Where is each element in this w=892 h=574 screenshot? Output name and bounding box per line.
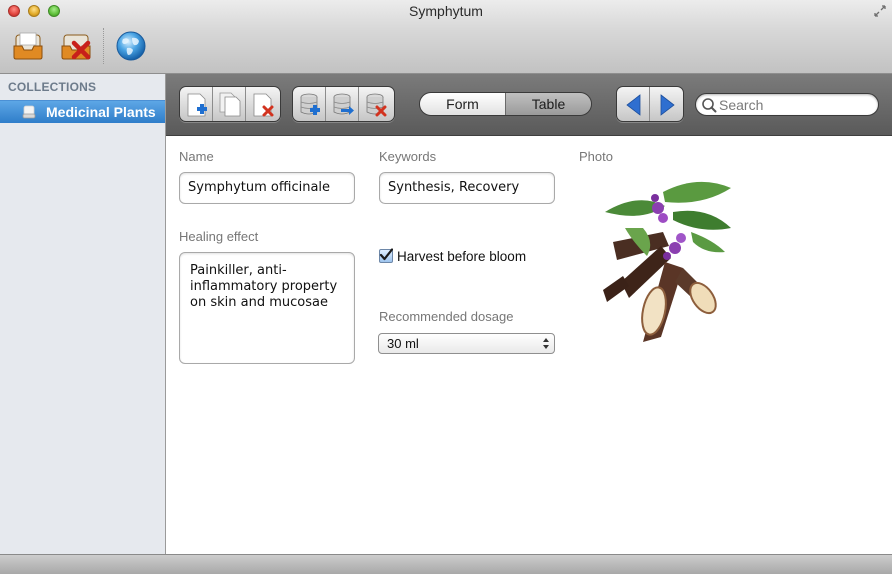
photo-label: Photo [579,149,613,164]
healing-effect-field[interactable]: Painkiller, anti- inflammatory property … [179,252,355,364]
delete-collection-icon[interactable] [60,30,92,62]
add-record-icon [300,93,320,115]
collections-header: COLLECTIONS [8,80,97,94]
toolbar-divider [103,28,104,64]
duplicate-field-button[interactable] [213,87,246,121]
healing-line: inflammatory property [190,279,338,294]
window-title: Symphytum [409,3,483,19]
healing-line: Painkiller, anti- [190,263,287,278]
search-input[interactable] [719,96,869,114]
previous-record-button[interactable] [617,87,650,121]
dosage-value: 30 ml [387,336,419,351]
content-toolbar: Form Table [166,74,892,136]
search-icon [702,98,717,113]
next-record-button[interactable] [650,87,683,121]
harvest-label[interactable]: Harvest before bloom [397,249,526,264]
back-arrow-icon [626,94,641,116]
import-records-icon [333,93,354,115]
sidebar: COLLECTIONS Medicinal Plants [0,74,166,554]
select-arrows-icon [543,338,549,349]
delete-record-icon [366,93,387,117]
add-field-button[interactable] [180,87,213,121]
healing-line: on skin and mucosae [190,295,328,310]
duplicate-field-icon [219,92,241,117]
collection-icon [22,105,36,119]
delete-record-button[interactable] [359,87,392,121]
title-bar: Symphytum [0,0,892,74]
delete-field-button[interactable] [246,87,279,121]
status-bar [0,554,892,574]
record-navigation-group [616,86,684,122]
app-window: Symphytum COLLECTIONS Medicinal Plants F… [0,0,892,574]
keywords-field[interactable]: Synthesis, Recovery [379,172,555,204]
plant-photo[interactable] [603,172,731,342]
harvest-checkbox[interactable] [379,248,393,263]
checkmark-icon [379,248,393,261]
sidebar-item-label: Medicinal Plants [46,104,156,120]
table-view-button[interactable]: Table [506,93,591,115]
import-records-button[interactable] [326,87,359,121]
healing-effect-label: Healing effect [179,229,259,244]
forward-arrow-icon [660,94,675,116]
field-buttons-group [179,86,281,122]
search-box [695,93,879,116]
keywords-label: Keywords [379,149,437,164]
dosage-label: Recommended dosage [379,309,514,324]
name-label: Name [179,149,214,164]
record-buttons-group [292,86,395,122]
sidebar-item-medicinal-plants[interactable]: Medicinal Plants [0,100,165,123]
add-record-button[interactable] [293,87,326,121]
web-globe-icon[interactable] [115,30,147,62]
form-view-button[interactable]: Form [420,93,506,115]
new-collection-icon[interactable] [12,30,44,62]
dosage-select[interactable]: 30 ml [378,333,555,354]
record-form: Name Symphytum officinale Keywords Synth… [166,136,892,554]
view-switcher: Form Table [419,92,592,116]
name-field[interactable]: Symphytum officinale [179,172,355,204]
fullscreen-icon[interactable] [874,5,886,17]
add-field-icon [187,93,207,117]
delete-field-icon [253,93,274,117]
